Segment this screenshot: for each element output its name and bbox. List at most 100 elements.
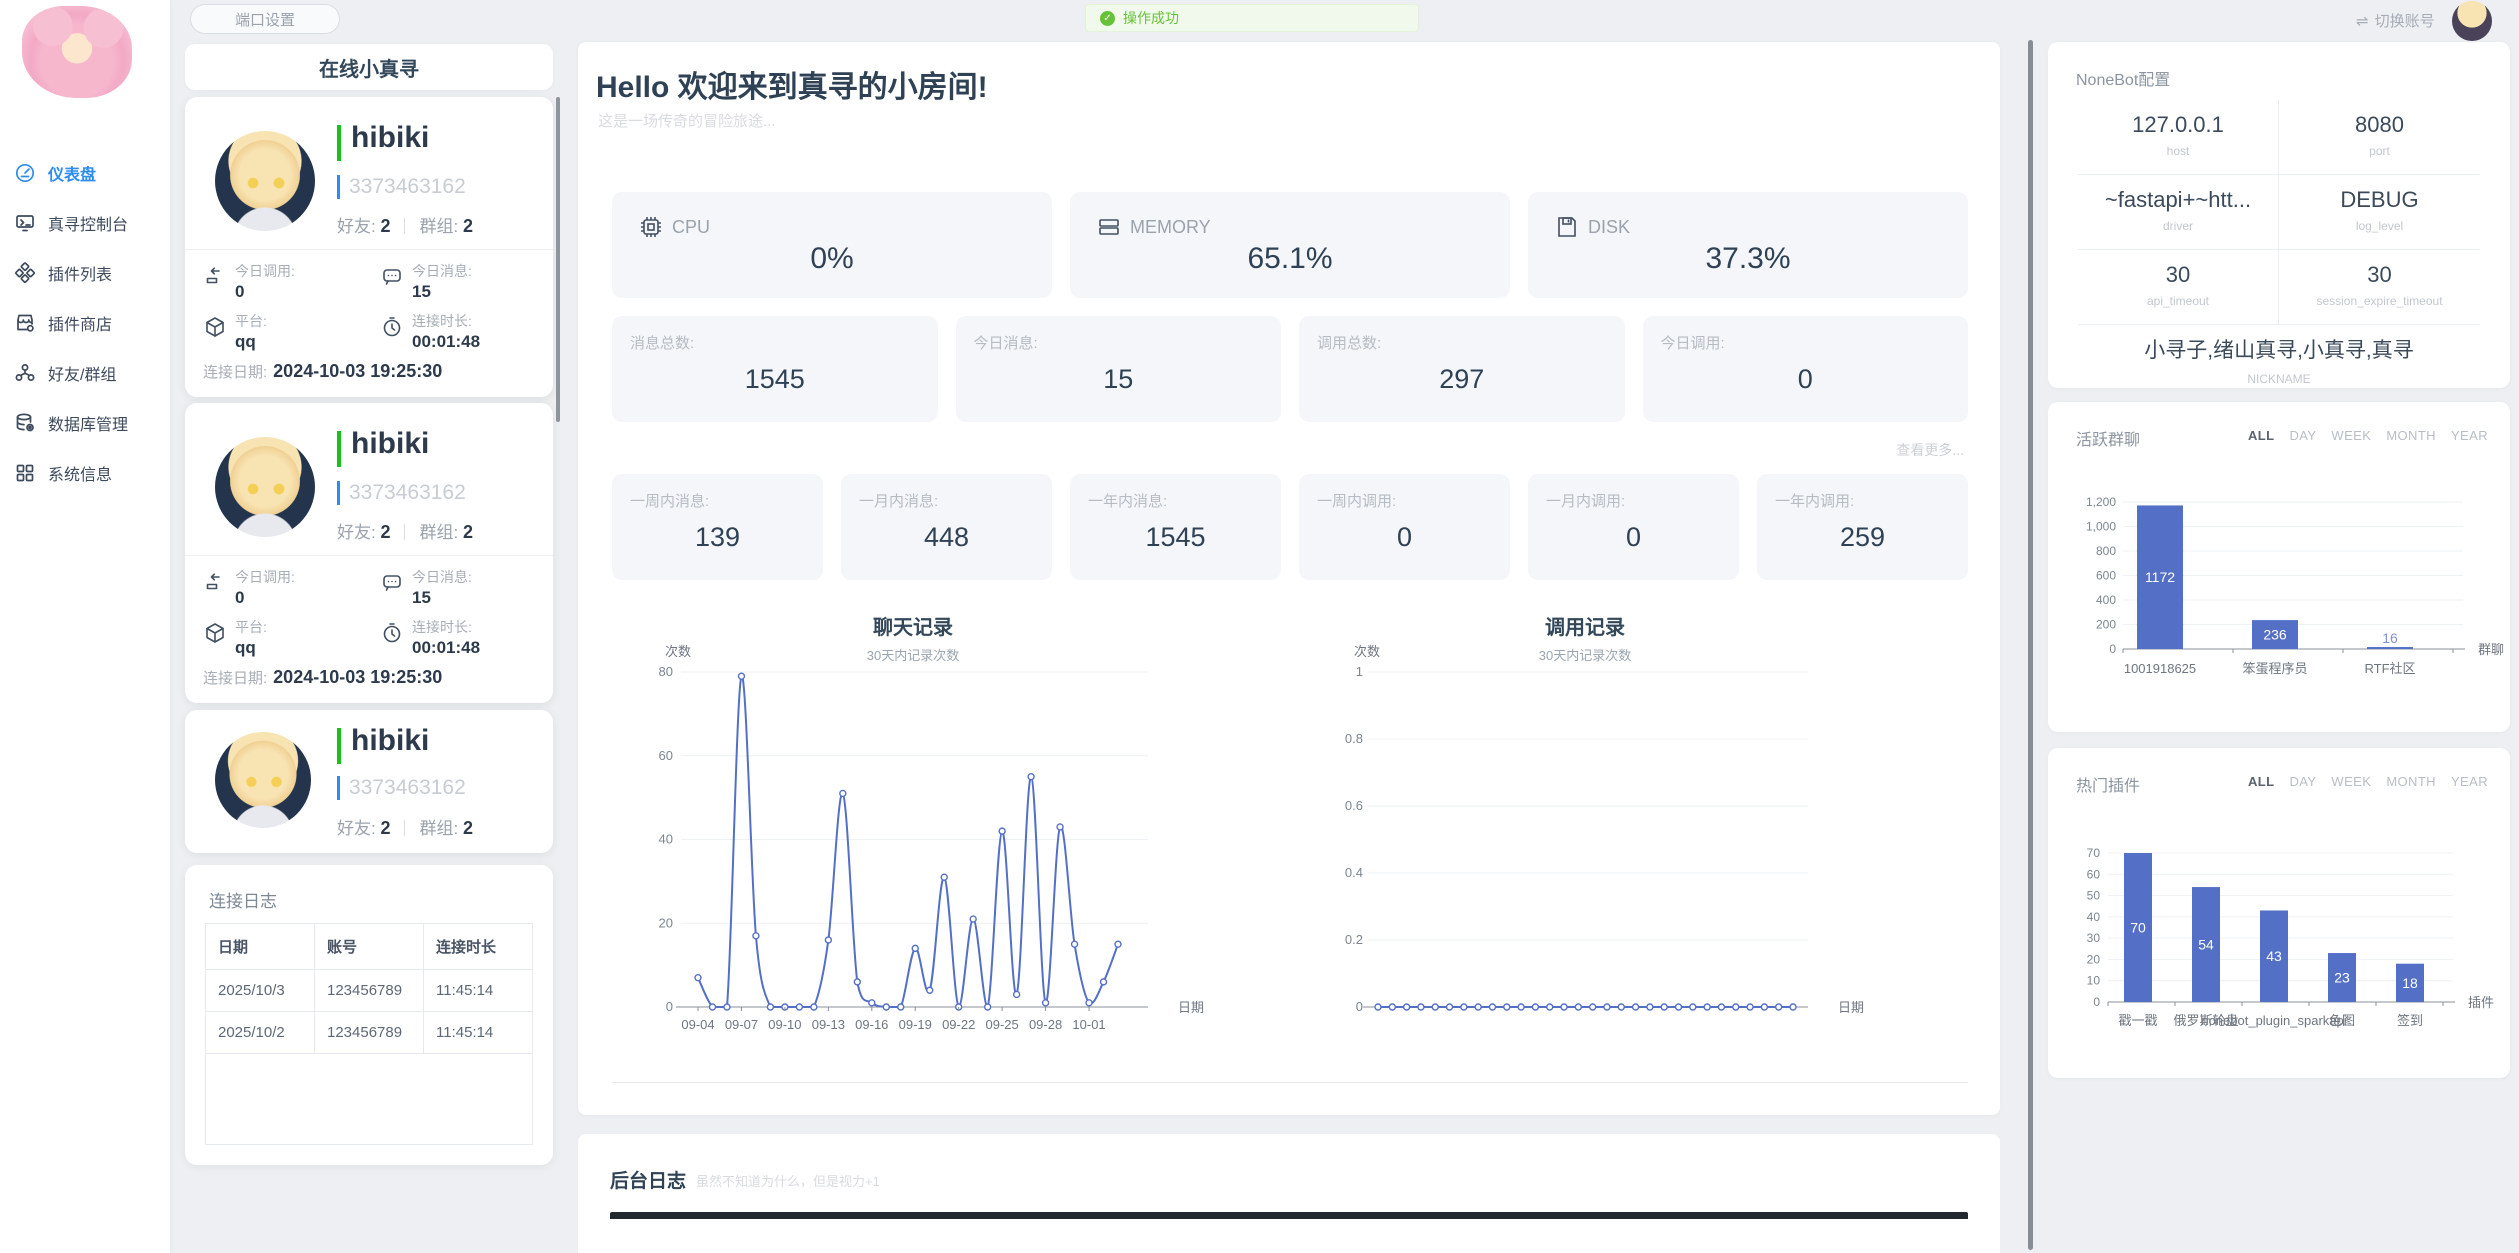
tab-year[interactable]: YEAR xyxy=(2451,774,2488,789)
bot-avatar xyxy=(215,131,315,231)
disk-value: 37.3% xyxy=(1528,242,1968,276)
stat-platform: 平台:qq xyxy=(203,617,267,658)
tab-year[interactable]: YEAR xyxy=(2451,428,2488,443)
cpu-chip-icon xyxy=(638,214,664,240)
table-row: 2025/10/2 123456789 11:45:14 xyxy=(206,1012,532,1054)
svg-text:09-19: 09-19 xyxy=(899,1017,932,1032)
svg-text:09-07: 09-07 xyxy=(725,1017,758,1032)
svg-text:30天内记录次数: 30天内记录次数 xyxy=(1539,648,1631,663)
sidebar-item-plugin-store[interactable]: 插件商店 xyxy=(0,298,170,348)
bot-avatar xyxy=(215,732,311,828)
stat-card-today-calls: 今日调用:0 xyxy=(1643,316,1969,422)
tab-all[interactable]: ALL xyxy=(2248,428,2274,443)
return-arrow-icon xyxy=(203,265,227,289)
switch-account-button[interactable]: ⇌ 切换账号 xyxy=(2356,10,2435,31)
sidebar-nav: 仪表盘 真寻控制台 插件列表 插件商店 好友/群组 xyxy=(0,148,170,498)
stat-connect-duration: 连接时长:00:01:48 xyxy=(380,311,480,352)
app-root: 仪表盘 真寻控制台 插件列表 插件商店 好友/群组 xyxy=(0,0,2519,1253)
svg-text:次数: 次数 xyxy=(1354,644,1380,659)
bot-name: hibiki xyxy=(351,121,429,155)
svg-text:40: 40 xyxy=(2087,910,2101,924)
system-stats-row: CPU 0% MEMORY 65.1% DISK 37.3% xyxy=(612,192,1968,298)
plugin-store-icon xyxy=(14,312,36,334)
svg-text:0.8: 0.8 xyxy=(1345,731,1363,746)
app-logo xyxy=(22,6,132,98)
sidebar-item-label: 插件商店 xyxy=(48,311,112,335)
sidebar-item-friends-groups[interactable]: 好友/群组 xyxy=(0,348,170,398)
svg-text:日期: 日期 xyxy=(1838,1000,1864,1015)
call-record-line-chart: 调用记录30天内记录次数次数00.20.40.60.81日期 xyxy=(1323,592,2013,1064)
memory-label: MEMORY xyxy=(1130,217,1211,238)
svg-text:400: 400 xyxy=(2096,593,2116,607)
cpu-label: CPU xyxy=(672,217,710,238)
sidebar-item-system-info[interactable]: 系统信息 xyxy=(0,448,170,498)
page-scrollbar[interactable] xyxy=(2028,40,2033,1250)
svg-text:群聊: 群聊 xyxy=(2478,642,2504,657)
svg-text:1172: 1172 xyxy=(2145,569,2175,585)
connect-date: 连接日期:2024-10-03 19:25:30 xyxy=(203,667,442,688)
svg-text:09-10: 09-10 xyxy=(768,1017,801,1032)
svg-text:09-25: 09-25 xyxy=(986,1017,1019,1032)
svg-text:1001918625: 1001918625 xyxy=(2124,661,2196,676)
sidebar-item-label: 好友/群组 xyxy=(48,361,116,385)
chat-record-line-chart: 聊天记录30天内记录次数次数02040608009-0409-0709-1009… xyxy=(603,592,1293,1064)
stat-connect-duration: 连接时长:00:01:48 xyxy=(380,617,480,658)
tab-week[interactable]: WEEK xyxy=(2331,774,2371,789)
active-groups-title: 活跃群聊 xyxy=(2076,426,2140,450)
dashboard-gauge-icon xyxy=(14,162,36,184)
friends-groups-count: 好友: 2群组: 2 xyxy=(337,814,473,839)
bot-card[interactable]: hibiki 3373463162 好友: 2群组: 2 今日调用:0 今日消息… xyxy=(185,97,553,397)
tab-week[interactable]: WEEK xyxy=(2331,428,2371,443)
svg-text:nonebot_plugin_sparkapi: nonebot_plugin_sparkapi xyxy=(2201,1013,2346,1028)
svg-text:聊天记录: 聊天记录 xyxy=(873,615,953,639)
console-icon xyxy=(14,212,36,234)
sidebar-item-database[interactable]: 数据库管理 xyxy=(0,398,170,448)
sidebar-item-label: 仪表盘 xyxy=(48,161,96,185)
sidebar-item-dashboard[interactable]: 仪表盘 xyxy=(0,148,170,198)
svg-text:0: 0 xyxy=(666,999,673,1014)
chat-chart-group: 聊天记录30天内记录次数次数02040608009-0409-0709-1009… xyxy=(659,615,1204,1032)
tab-all[interactable]: ALL xyxy=(2248,774,2274,789)
table-header-row: 日期 账号 连接时长 xyxy=(206,924,532,970)
disk-label: DISK xyxy=(1588,217,1630,238)
groups-chart-group: 02004006008001,0001,20011721001918625236… xyxy=(2086,495,2504,676)
port-settings-button[interactable]: 端口设置 xyxy=(190,4,340,34)
id-accent-bar xyxy=(337,175,340,199)
svg-text:16: 16 xyxy=(2382,630,2398,646)
svg-text:1,200: 1,200 xyxy=(2086,495,2116,509)
user-avatar[interactable] xyxy=(2452,1,2492,41)
bot-card[interactable]: hibiki 3373463162 好友: 2群组: 2 今日调用:0 今日消息… xyxy=(185,403,553,703)
backend-log-subtitle: 虽然不知道为什么，但是视力+1 xyxy=(696,1171,880,1190)
tab-month[interactable]: MONTH xyxy=(2386,774,2436,789)
bot-list-scrollbar[interactable] xyxy=(556,97,560,422)
greeting-subtitle: 这是一场传奇的冒险旅途... xyxy=(598,110,776,131)
dashboard-main-panel: Hello 欢迎来到真寻的小房间! 这是一场传奇的冒险旅途... CPU 0% … xyxy=(578,42,2000,1115)
hot-plugins-panel: 热门插件 ALL DAY WEEK MONTH YEAR 01020304050… xyxy=(2048,748,2510,1078)
bot-card[interactable]: hibiki 3373463162 好友: 2群组: 2 xyxy=(185,710,553,853)
greeting-title: Hello 欢迎来到真寻的小房间! xyxy=(596,62,988,106)
svg-text:插件: 插件 xyxy=(2468,995,2494,1010)
svg-text:09-04: 09-04 xyxy=(681,1017,714,1032)
svg-text:30天内记录次数: 30天内记录次数 xyxy=(867,648,959,663)
stat-card-total-calls: 调用总数:297 xyxy=(1299,316,1625,422)
table-row: 2025/10/3 123456789 11:45:14 xyxy=(206,970,532,1012)
view-more-link[interactable]: 查看更多... xyxy=(1896,440,1964,460)
tab-month[interactable]: MONTH xyxy=(2386,428,2436,443)
svg-text:色图: 色图 xyxy=(2329,1013,2355,1028)
friends-groups-icon xyxy=(14,362,36,384)
svg-text:09-22: 09-22 xyxy=(942,1017,975,1032)
svg-text:09-13: 09-13 xyxy=(812,1017,845,1032)
svg-text:RTF社区: RTF社区 xyxy=(2364,661,2415,676)
tab-day[interactable]: DAY xyxy=(2289,774,2316,789)
tab-day[interactable]: DAY xyxy=(2289,428,2316,443)
sidebar-item-plugin-list[interactable]: 插件列表 xyxy=(0,248,170,298)
config-driver: ~fastapi+~htt...driver xyxy=(2078,175,2279,250)
backend-log-title: 后台日志 xyxy=(610,1166,686,1193)
sidebar-item-console[interactable]: 真寻控制台 xyxy=(0,198,170,248)
svg-text:30: 30 xyxy=(2087,931,2101,945)
svg-text:43: 43 xyxy=(2266,948,2282,964)
svg-text:签到: 签到 xyxy=(2397,1013,2423,1028)
range-tabs: ALL DAY WEEK MONTH YEAR xyxy=(2248,774,2488,789)
memory-value: 65.1% xyxy=(1070,242,1510,276)
svg-text:10-01: 10-01 xyxy=(1072,1017,1105,1032)
